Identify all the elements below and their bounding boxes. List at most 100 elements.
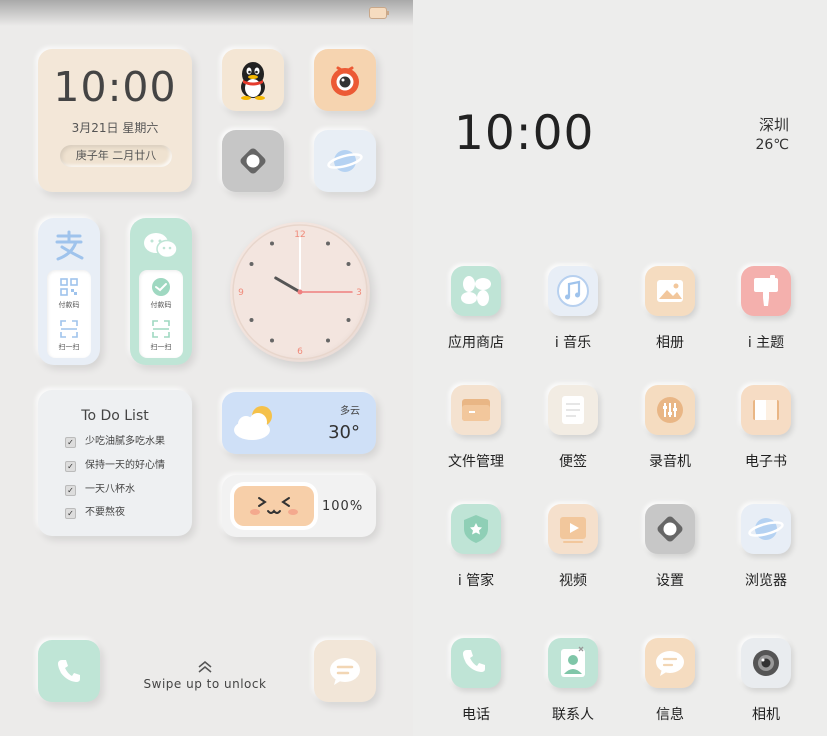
messages-icon	[645, 638, 695, 688]
app-label: 浏览器	[745, 573, 787, 589]
browser-app-button[interactable]	[314, 130, 376, 192]
alipay-actions: 付款码 扫一扫	[47, 270, 91, 358]
messages-icon	[330, 658, 360, 685]
battery-face-widget: 100%	[222, 475, 376, 537]
analog-clock: 12 3 6 9	[230, 222, 370, 362]
home-clock[interactable]: 10:00	[454, 106, 594, 161]
qr-code-icon[interactable]	[60, 278, 78, 296]
lunar-date: 庚子年 二月廿八	[60, 145, 172, 167]
weather-city[interactable]: 深圳	[759, 114, 789, 135]
wechat-pay-label: 付款码	[150, 301, 172, 309]
app-phone[interactable]: 电话	[436, 638, 516, 736]
battery-percent: 100%	[322, 499, 364, 514]
app-label: 联系人	[552, 707, 594, 723]
clock-hour-dot	[346, 262, 351, 266]
app-label: 信息	[656, 707, 684, 723]
partly-cloudy-icon	[234, 406, 272, 440]
app-app-store[interactable]: 应用商店	[436, 266, 516, 366]
clock-hour-dot	[249, 262, 254, 266]
wechat-actions: 付款码 扫一扫	[139, 270, 183, 358]
camera-red-icon	[331, 66, 359, 96]
app-music[interactable]: i 音乐	[533, 266, 613, 366]
browser-icon	[741, 504, 791, 554]
app-label: 电话	[462, 707, 490, 723]
app-settings[interactable]: 设置	[630, 504, 710, 604]
lock-screen: 10:00 3月21日 星期六 庚子年 二月廿八 付款码 扫一扫 付款码 扫一扫…	[0, 0, 413, 736]
clock-hour-dot	[326, 241, 330, 246]
wechat-pay-icon[interactable]	[151, 277, 171, 297]
app-notes[interactable]: 便签	[533, 385, 613, 485]
phone-icon	[451, 638, 501, 688]
theme-icon	[741, 266, 791, 316]
file-manager-icon	[451, 385, 501, 435]
clock-hour-dot	[249, 318, 254, 322]
settings-icon	[645, 504, 695, 554]
video-icon	[548, 504, 598, 554]
date-time-widget[interactable]: 10:00 3月21日 星期六 庚子年 二月廿八	[38, 49, 192, 192]
face-screen	[234, 486, 314, 526]
app-theme[interactable]: i 主题	[726, 266, 806, 366]
phone-icon	[58, 660, 80, 682]
todo-item-text: 不要熬夜	[85, 507, 125, 518]
qq-app-button[interactable]	[222, 49, 284, 111]
clock-numeral-9: 9	[238, 288, 244, 298]
weather-temperature: 30°	[328, 422, 360, 443]
phone-button[interactable]	[38, 640, 100, 702]
contacts-icon	[548, 638, 598, 688]
app-label: i 音乐	[554, 335, 592, 351]
app-store-icon	[451, 266, 501, 316]
home-screen: 10:00 深圳 26℃ 应用商店 i 音乐 相册 i 主题文件管理 便签 录音机 电子书 i…	[418, 0, 827, 736]
clock-face: 12 3 6 9	[232, 224, 368, 360]
music-icon	[548, 266, 598, 316]
weather-condition: 多云	[340, 406, 360, 417]
smiley-face-icon	[250, 497, 298, 515]
checkbox-checked-icon[interactable]: ✓	[65, 485, 76, 496]
todo-item-text: 一天八杯水	[85, 484, 135, 495]
app-label: 便签	[559, 454, 587, 470]
app-recorder[interactable]: 录音机	[630, 385, 710, 485]
messages-button[interactable]	[314, 640, 376, 702]
qq-icon	[241, 62, 265, 100]
app-label: i 管家	[457, 573, 495, 589]
scan-icon[interactable]	[152, 320, 170, 338]
clock-hour-dot	[346, 318, 351, 322]
clock-numeral-3: 3	[356, 288, 362, 298]
scan-icon[interactable]	[60, 320, 78, 338]
todo-item-text: 少吃油腻多吃水果	[85, 436, 165, 447]
clock-center	[297, 289, 303, 295]
unlock-hint[interactable]: Swipe up to unlock	[130, 660, 280, 691]
app-contacts[interactable]: 联系人	[533, 638, 613, 736]
chevron-up-icon	[198, 661, 212, 673]
weather-widget[interactable]: 多云 30°	[222, 392, 376, 454]
app-label: i 主题	[747, 335, 785, 351]
notes-icon	[548, 385, 598, 435]
app-video[interactable]: 视频	[533, 504, 613, 604]
camera-red-app-button[interactable]	[314, 49, 376, 111]
ebook-icon	[741, 385, 791, 435]
app-file-manager[interactable]: 文件管理	[436, 385, 516, 485]
app-camera[interactable]: 相机	[726, 638, 806, 736]
wechat-widget[interactable]: 付款码 扫一扫	[130, 218, 192, 365]
app-gallery[interactable]: 相册	[630, 266, 710, 366]
app-browser[interactable]: 浏览器	[726, 504, 806, 604]
weather-temperature[interactable]: 26℃	[755, 137, 789, 153]
checkbox-checked-icon[interactable]: ✓	[65, 508, 76, 519]
app-security[interactable]: i 管家	[436, 504, 516, 604]
settings-app-button[interactable]	[222, 130, 284, 192]
alipay-pay-label: 付款码	[58, 301, 80, 309]
clock-hour-dot	[326, 338, 330, 343]
app-label: 文件管理	[448, 454, 504, 470]
checkbox-checked-icon[interactable]: ✓	[65, 461, 76, 472]
wechat-scan-label: 扫一扫	[150, 343, 172, 351]
status-bar	[0, 0, 413, 26]
app-label: 视频	[559, 573, 587, 589]
app-messages[interactable]: 信息	[630, 638, 710, 736]
app-ebook[interactable]: 电子书	[726, 385, 806, 485]
alipay-widget[interactable]: 付款码 扫一扫	[38, 218, 100, 365]
checkbox-checked-icon[interactable]: ✓	[65, 437, 76, 448]
unlock-text: Swipe up to unlock	[143, 677, 267, 691]
gallery-icon	[645, 266, 695, 316]
todo-widget[interactable]: To Do List ✓ 少吃油腻多吃水果 ✓ 保持一天的好心情 ✓ 一天八杯水…	[38, 390, 192, 536]
recorder-icon	[645, 385, 695, 435]
lock-clock-time: 10:00	[53, 63, 177, 111]
